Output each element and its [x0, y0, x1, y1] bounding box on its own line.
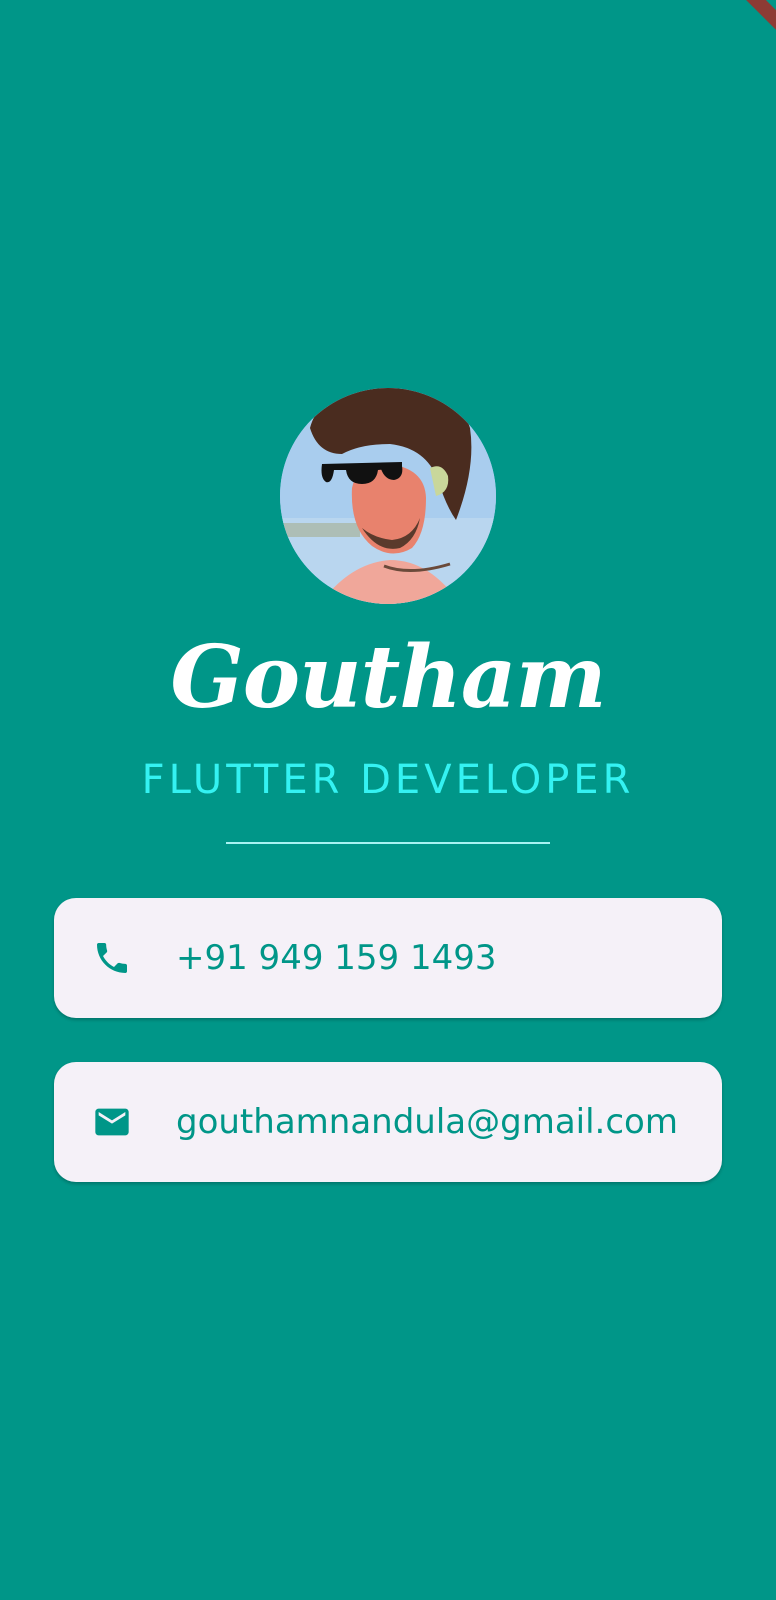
debug-banner	[736, 0, 776, 40]
phone-card[interactable]: +91 949 159 1493	[54, 898, 722, 1018]
avatar	[280, 388, 496, 604]
profile-name: Goutham	[170, 627, 606, 728]
profile-photo	[280, 388, 496, 604]
phone-number: +91 949 159 1493	[176, 938, 497, 978]
mail-icon	[95, 1108, 129, 1136]
email-card[interactable]: gouthamnandula@gmail.com	[54, 1062, 722, 1182]
profile-title: FLUTTER DEVELOPER	[141, 757, 635, 803]
divider	[226, 842, 550, 844]
email-address: gouthamnandula@gmail.com	[176, 1102, 678, 1142]
phone-icon	[97, 943, 127, 973]
